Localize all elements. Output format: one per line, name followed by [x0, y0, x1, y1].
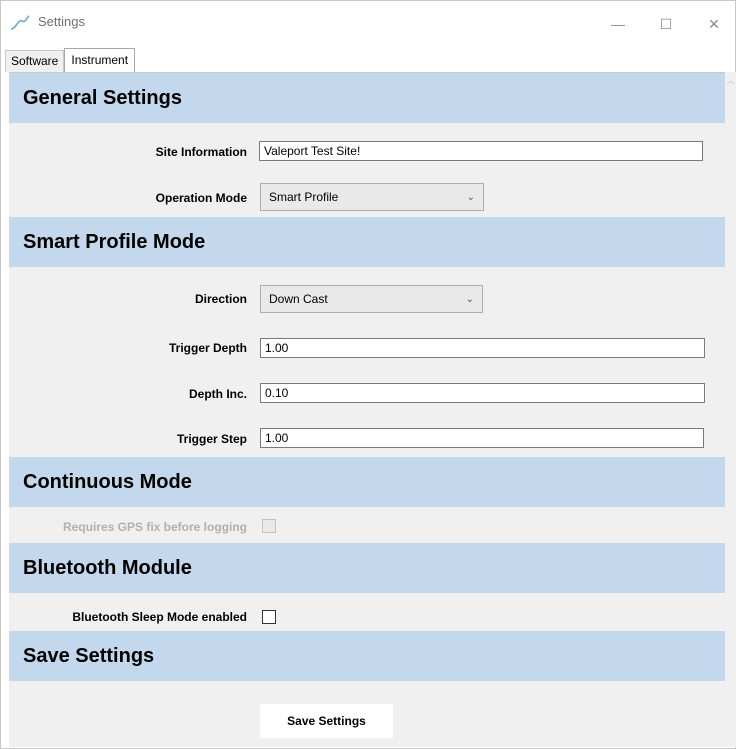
scroll-up-icon[interactable]: ︿ [725, 75, 736, 85]
trigger-depth-label: Trigger Depth [168, 341, 247, 355]
trigger-step-input[interactable]: 1.00 [260, 428, 704, 448]
site-information-input[interactable]: Valeport Test Site! [259, 141, 703, 161]
settings-window: Settings — ☐ ✕ Software Instrument Gener… [0, 0, 736, 749]
bluetooth-sleep-checkbox[interactable] [262, 610, 276, 624]
minimize-icon: — [611, 16, 625, 32]
section-header-bluetooth: Bluetooth Module [9, 543, 725, 593]
section-header-continuous: Continuous Mode [9, 457, 725, 507]
direction-label: Direction [194, 292, 247, 306]
settings-panel: General Settings Site Information Valepo… [9, 72, 725, 747]
chevron-down-icon: ⌄ [466, 191, 475, 203]
section-header-save: Save Settings [9, 631, 725, 681]
depth-inc-input[interactable]: 0.10 [260, 383, 705, 403]
tab-software[interactable]: Software [5, 50, 65, 72]
trigger-step-label: Trigger Step [176, 432, 247, 446]
gps-fix-label: Requires GPS fix before logging [62, 520, 247, 534]
save-settings-button[interactable]: Save Settings [260, 704, 393, 738]
direction-select[interactable]: Down Cast ⌄ [260, 285, 483, 313]
operation-mode-select[interactable]: Smart Profile ⌄ [260, 183, 484, 211]
app-wave-icon [10, 15, 30, 30]
tab-strip: Software Instrument [5, 48, 136, 72]
operation-mode-value: Smart Profile [269, 190, 339, 204]
close-button[interactable]: ✕ [691, 1, 736, 47]
gps-fix-checkbox[interactable] [262, 519, 276, 533]
window-title: Settings [38, 14, 85, 29]
minimize-button[interactable]: — [595, 1, 641, 47]
operation-mode-label: Operation Mode [155, 191, 247, 205]
section-header-smart-profile: Smart Profile Mode [9, 217, 725, 267]
title-bar[interactable]: Settings — ☐ ✕ [1, 1, 735, 47]
maximize-button[interactable]: ☐ [643, 1, 689, 47]
close-icon: ✕ [708, 15, 720, 32]
section-header-general: General Settings [9, 73, 725, 123]
chevron-down-icon: ⌄ [465, 293, 474, 305]
depth-inc-label: Depth Inc. [188, 387, 247, 401]
bluetooth-sleep-label: Bluetooth Sleep Mode enabled [72, 610, 247, 624]
site-information-label: Site Information [155, 145, 247, 159]
vertical-scrollbar[interactable]: ︿ [725, 72, 736, 747]
direction-value: Down Cast [269, 292, 328, 306]
maximize-icon: ☐ [659, 15, 673, 32]
trigger-depth-input[interactable]: 1.00 [260, 338, 705, 358]
tab-instrument[interactable]: Instrument [64, 48, 136, 72]
